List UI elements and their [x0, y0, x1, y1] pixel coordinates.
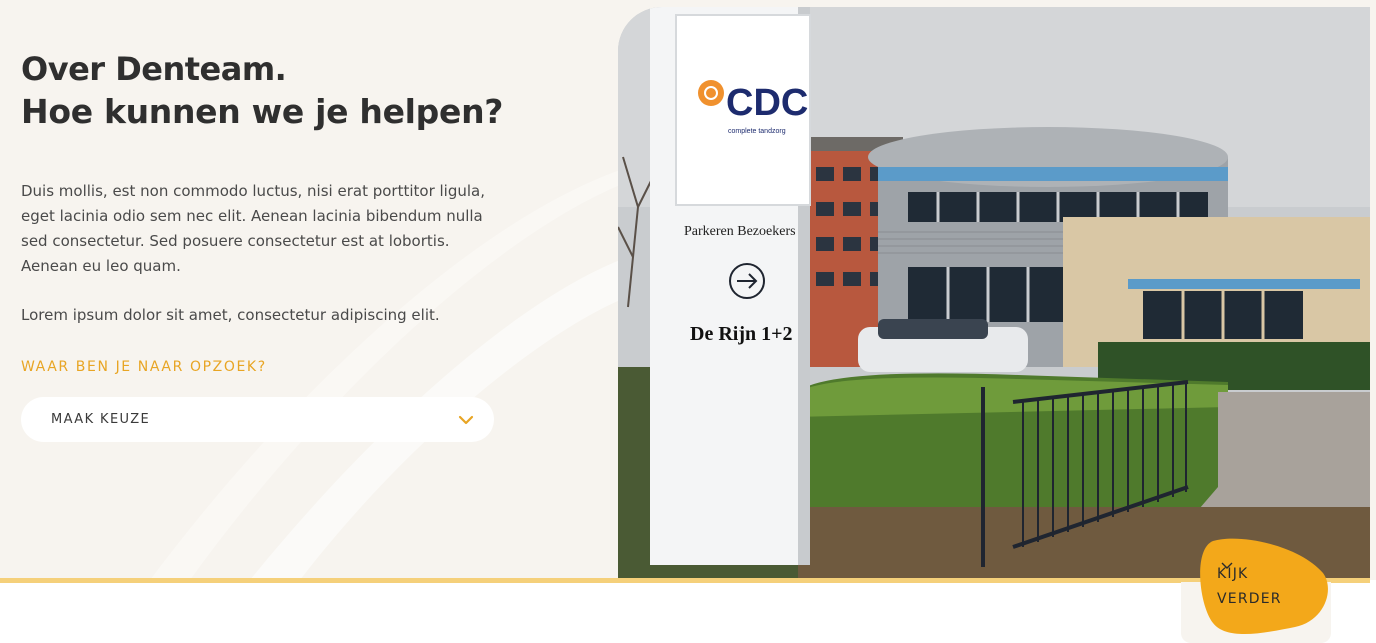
photo-illustration: CDC complete tandzorg Parkeren Bezoekers…: [618, 7, 1370, 580]
hero-section: Over Denteam. Hoe kunnen we je helpen? D…: [0, 0, 1376, 580]
sign-parking: Parkeren Bezoekers: [684, 224, 796, 239]
select-value: MAAK KEUZE: [51, 412, 151, 427]
intro-paragraph: Duis mollis, est non commodo luctus, nis…: [21, 182, 485, 275]
intro-paragraph-2: Lorem ipsum dolor sit amet, consectetur …: [21, 306, 440, 324]
sign-brand: CDC: [726, 82, 808, 124]
scroll-text-line-2: VERDER: [1217, 591, 1282, 607]
scroll-down-button[interactable]: KIJK VERDER: [1199, 537, 1331, 635]
heading-title: Over Denteam.: [21, 50, 287, 88]
sign-tagline: complete tandzorg: [728, 128, 786, 135]
sign-address: De Rijn 1+2: [690, 323, 793, 345]
building-photo: CDC complete tandzorg Parkeren Bezoekers…: [618, 7, 1370, 580]
gold-divider: [0, 578, 1370, 583]
chevron-down-icon: [1221, 562, 1233, 569]
scroll-text: KIJK VERDER: [1217, 562, 1282, 612]
page-heading: Over Denteam. Hoe kunnen we je helpen?: [21, 48, 503, 134]
chevron-down-icon: [458, 415, 474, 425]
choice-select[interactable]: MAAK KEUZE: [21, 397, 494, 442]
search-prompt: WAAR BEN JE NAAR OPZOEK?: [21, 359, 267, 375]
heading-subtitle: Hoe kunnen we je helpen?: [21, 92, 504, 131]
